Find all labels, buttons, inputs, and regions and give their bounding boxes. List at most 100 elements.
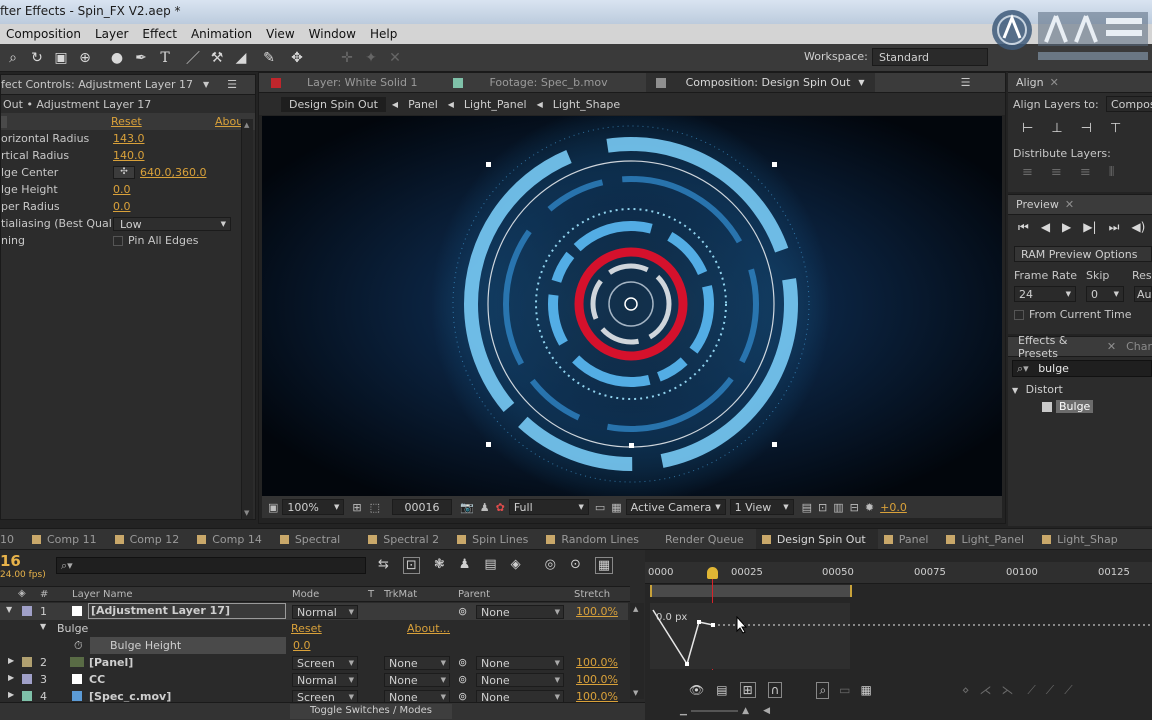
motion-blur-icon[interactable]: ▤ bbox=[484, 557, 496, 574]
clone-stamp-tool-icon[interactable]: ⚒ bbox=[206, 48, 228, 68]
comp-mini-flowchart-icon[interactable]: ⇆ bbox=[378, 557, 389, 574]
flowchart-icon[interactable]: ⊡ bbox=[818, 501, 827, 514]
scroll-left-icon[interactable]: ◀ bbox=[763, 706, 770, 716]
pin-all-edges-checkbox[interactable] bbox=[113, 236, 123, 246]
layer-mode-select[interactable]: Screen bbox=[292, 656, 358, 670]
antialiasing-select[interactable]: Low ▼ bbox=[113, 216, 231, 231]
layer-parent-select[interactable]: None bbox=[476, 690, 564, 702]
type-tool-icon[interactable]: T bbox=[154, 48, 176, 68]
work-area-bar[interactable] bbox=[650, 585, 852, 597]
distribute-vcenter-icon[interactable]: ≡ bbox=[1051, 165, 1062, 180]
bulge-center-value[interactable]: 640.0,360.0 bbox=[140, 166, 206, 179]
layer-row-1[interactable]: ▼ 1 [Adjustment Layer 17] Normal ⊚ None … bbox=[0, 603, 628, 620]
first-frame-icon[interactable]: ⏮ bbox=[1018, 220, 1029, 235]
effects-presets-title[interactable]: Effects & Presets bbox=[1018, 334, 1101, 360]
layer-label-color[interactable] bbox=[22, 606, 32, 616]
tab-layer-white-solid[interactable]: Layer: White Solid 1 bbox=[259, 73, 427, 92]
breadcrumb-light-panel[interactable]: Light_Panel bbox=[464, 98, 527, 111]
easy-ease-out-icon[interactable]: ⟋ bbox=[1064, 683, 1072, 698]
transparency-grid-icon[interactable]: ▦ bbox=[611, 501, 621, 514]
view-layout-select[interactable]: 1 View ▼ bbox=[729, 499, 794, 515]
tab-comp-14[interactable]: Comp 14 bbox=[191, 529, 274, 549]
from-current-time-checkbox[interactable] bbox=[1014, 310, 1024, 320]
expand-arrow-icon[interactable]: ▶ bbox=[8, 656, 14, 665]
property-bulge-height-row[interactable]: ⏱ ⌒ Bulge Height 0.0 bbox=[0, 637, 628, 654]
camera-select[interactable]: Active Camera ▼ bbox=[625, 499, 726, 515]
graph-editor-toggle-icon[interactable]: ▦ bbox=[594, 557, 614, 574]
time-ruler[interactable] bbox=[645, 562, 1152, 584]
zoom-in-icon[interactable]: ▲ bbox=[742, 706, 749, 716]
panel-dropdown-icon[interactable]: ▼ bbox=[203, 80, 209, 89]
roto-brush-tool-icon[interactable]: ✎ bbox=[258, 48, 280, 68]
convert-hold-icon[interactable]: ⋄ bbox=[962, 683, 970, 697]
tab-composition-design-spin-out[interactable]: Composition: Design Spin Out ▼ bbox=[645, 73, 875, 92]
live-update-icon[interactable]: ⊙ bbox=[570, 557, 581, 574]
parent-pickwhip-icon[interactable]: ⊚ bbox=[458, 673, 467, 686]
expand-arrow-icon[interactable]: ▼ bbox=[40, 622, 46, 631]
align-to-select[interactable]: Composi bbox=[1106, 96, 1152, 112]
convert-linear-icon[interactable]: ⋌ bbox=[979, 683, 991, 697]
menu-composition[interactable]: Composition bbox=[0, 27, 89, 41]
layer-name[interactable]: [Spec_c.mov] bbox=[89, 690, 171, 702]
tab-spin-lines[interactable]: Spin Lines bbox=[451, 529, 540, 549]
show-transform-box-icon[interactable]: ⊞ bbox=[739, 682, 756, 698]
menu-window[interactable]: Window bbox=[303, 27, 364, 41]
vertical-radius-value[interactable]: 140.0 bbox=[113, 149, 145, 162]
layer-parent-select[interactable]: None bbox=[476, 656, 564, 670]
timeline-icon[interactable]: ▥ bbox=[833, 501, 843, 514]
composition-render[interactable] bbox=[262, 116, 1002, 496]
frame-rate-select[interactable]: 24 ▼ bbox=[1014, 286, 1076, 302]
easy-ease-icon[interactable]: ⟋ bbox=[1027, 683, 1035, 698]
rotate-tool-icon[interactable]: ↻ bbox=[26, 48, 48, 68]
frame-blending-icon[interactable]: ♟ bbox=[459, 557, 471, 574]
preview-title[interactable]: Preview bbox=[1016, 198, 1059, 211]
choose-property-icon[interactable]: 👁 bbox=[689, 683, 704, 697]
parent-pickwhip-icon[interactable]: ⊚ bbox=[458, 605, 467, 618]
flowchart-view-icon[interactable]: ⊟ bbox=[850, 501, 859, 514]
tab-render-queue[interactable]: Render Queue bbox=[651, 529, 756, 549]
align-top-icon[interactable]: ⊤ bbox=[1110, 121, 1121, 136]
close-icon[interactable]: ✕ bbox=[1065, 198, 1074, 211]
roi-icon[interactable]: ⬚ bbox=[370, 501, 380, 514]
tab-comp-11[interactable]: Comp 11 bbox=[26, 529, 109, 549]
exposure-value[interactable]: +0.0 bbox=[880, 501, 907, 514]
bulge-height-property-value[interactable]: 0.0 bbox=[293, 639, 311, 652]
layer-mode-select[interactable]: Normal bbox=[292, 605, 358, 619]
snap-icon[interactable]: ∩ bbox=[767, 682, 783, 698]
layer-label-color[interactable] bbox=[22, 674, 32, 684]
bulge-effect-item[interactable]: Bulge bbox=[1042, 400, 1094, 413]
layer-parent-select[interactable]: None bbox=[476, 605, 564, 619]
menu-animation[interactable]: Animation bbox=[185, 27, 260, 41]
expand-arrow-icon[interactable]: ▼ bbox=[6, 605, 12, 614]
ellipse-tool-icon[interactable]: ● bbox=[106, 48, 128, 68]
hide-shy-icon[interactable]: ❃ bbox=[434, 557, 445, 574]
layer-name[interactable]: CC bbox=[89, 673, 105, 686]
effects-search-box[interactable]: ⌕▾ bulge bbox=[1012, 360, 1152, 377]
mute-audio-icon[interactable]: ◀) bbox=[1131, 220, 1145, 235]
menu-effect[interactable]: Effect bbox=[136, 27, 185, 41]
pan-behind-tool-icon[interactable]: ⊕ bbox=[74, 48, 96, 68]
bulge-about-link[interactable]: About... bbox=[407, 622, 450, 635]
composition-viewer[interactable] bbox=[262, 116, 1002, 496]
layer-parent-select[interactable]: None bbox=[476, 673, 564, 687]
puppet-pin-tool-icon[interactable]: ✥ bbox=[286, 48, 308, 68]
layer-stretch-value[interactable]: 100.0% bbox=[576, 656, 618, 669]
last-frame-icon[interactable]: ⏭ bbox=[1109, 220, 1120, 235]
align-title[interactable]: Align bbox=[1016, 76, 1044, 89]
align-hcenter-icon[interactable]: ⊥ bbox=[1051, 121, 1062, 136]
distribute-top-icon[interactable]: ≡ bbox=[1022, 165, 1033, 180]
play-icon[interactable]: ▶ bbox=[1062, 220, 1071, 235]
separate-dimensions-icon[interactable]: ▦ bbox=[861, 683, 872, 697]
parent-pickwhip-icon[interactable]: ⊚ bbox=[458, 656, 467, 669]
easy-ease-in-icon[interactable]: ⟋ bbox=[1046, 683, 1054, 698]
viewer-panel-menu-icon[interactable]: ☰ bbox=[961, 76, 971, 89]
tab-comp-10[interactable]: 10 bbox=[0, 529, 26, 549]
camera-tool-icon[interactable]: ▣ bbox=[50, 48, 72, 68]
distribute-left-icon[interactable]: ⦀ bbox=[1109, 165, 1115, 180]
fast-previews-icon[interactable]: ▭ bbox=[595, 501, 605, 514]
tab-spectral-2[interactable]: Spectral 2 bbox=[362, 529, 451, 549]
align-right-icon[interactable]: ⊣ bbox=[1081, 121, 1092, 136]
distribute-bottom-icon[interactable]: ≡ bbox=[1080, 165, 1091, 180]
graph-type-icon[interactable]: ▤ bbox=[716, 683, 727, 697]
bulge-height-value[interactable]: 0.0 bbox=[113, 183, 131, 196]
